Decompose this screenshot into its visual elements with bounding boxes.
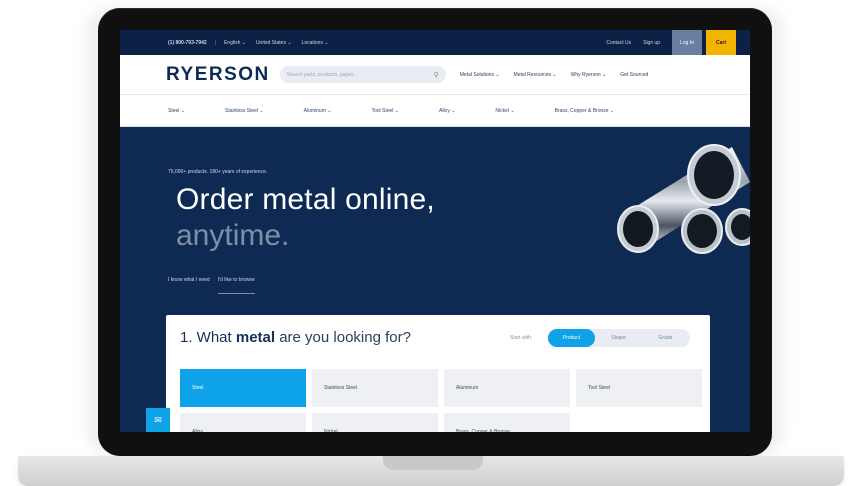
category-steel[interactable]: Steel ⌄ [168, 108, 185, 114]
search-icon[interactable]: ⚲ [434, 71, 439, 79]
category-nav: Steel ⌄ Stainless Steel ⌄ Aluminum ⌄ Too… [120, 95, 750, 127]
chat-icon[interactable]: ✉ [146, 408, 170, 432]
nav-get-sourced[interactable]: Get Sourced [620, 72, 648, 78]
utility-bar: (1) 800-793-7942 | English ⌄ United Stat… [120, 30, 750, 55]
header-nav: Metal Solutions ⌄ Metal Resources ⌄ Why … [460, 72, 663, 78]
laptop-screen: (1) 800-793-7942 | English ⌄ United Stat… [120, 30, 750, 432]
separator: | [214, 39, 216, 46]
search-input[interactable]: Search parts, products, pages… ⚲ [279, 66, 446, 83]
metal-selector-card: 1. What metal are you looking for? Start… [166, 315, 710, 432]
nav-metal-resources[interactable]: Metal Resources ⌄ [514, 72, 557, 78]
site-header: RYERSON Search parts, products, pages… ⚲… [120, 55, 750, 95]
language-dropdown[interactable]: English ⌄ [224, 40, 246, 46]
hero-eyebrow: 75,000+ products. 180+ years of experien… [168, 169, 268, 175]
tab-browse[interactable]: I'd like to browse [217, 277, 255, 294]
segment-shape[interactable]: Shape [595, 329, 642, 347]
pipe-group [617, 144, 750, 254]
cart-button[interactable]: Cart [705, 30, 736, 55]
question-number: 1. What [180, 329, 236, 346]
laptop-notch [383, 456, 483, 470]
question-rest: are you looking for? [275, 329, 411, 346]
segment-grade[interactable]: Grade [642, 329, 689, 347]
question-bold: metal [235, 329, 276, 346]
metal-pipes-image [617, 144, 750, 254]
segment-product[interactable]: Product [548, 329, 595, 347]
metal-tiles-grid: Steel Stainless Steel Aluminum Tool Stee… [180, 369, 702, 432]
category-nickel[interactable]: Nickel ⌄ [495, 108, 514, 114]
locations-dropdown[interactable]: Locations ⌄ [302, 40, 329, 46]
contact-link[interactable]: Contact Us [606, 40, 631, 46]
pipe-opening-2 [694, 151, 734, 199]
login-button[interactable]: Log In [672, 30, 702, 55]
category-alloy[interactable]: Alloy ⌄ [439, 108, 455, 114]
tile-alloy[interactable]: Alloy [180, 413, 306, 432]
hero-headline: Order metal online, [176, 183, 435, 216]
tile-brass[interactable]: Brass, Copper & Bronze [444, 413, 570, 432]
hero-section: 75,000+ products. 180+ years of experien… [120, 127, 750, 432]
country-dropdown[interactable]: United States ⌄ [256, 40, 292, 46]
search-placeholder: Search parts, products, pages… [286, 71, 359, 78]
selector-question: 1. What metal are you looking for? [180, 329, 411, 346]
nav-metal-solutions[interactable]: Metal Solutions ⌄ [460, 72, 500, 78]
category-stainless[interactable]: Stainless Steel ⌄ [225, 108, 264, 114]
tile-nickel[interactable]: Nickel [312, 413, 438, 432]
category-tool-steel[interactable]: Tool Steel ⌄ [371, 108, 399, 114]
tile-steel[interactable]: Steel [180, 369, 306, 407]
nav-why-ryerson[interactable]: Why Ryerson ⌄ [571, 72, 607, 78]
hero-tabs: I know what I need I'd like to browse [168, 277, 255, 294]
tile-aluminum[interactable]: Aluminum [444, 369, 570, 407]
signup-link[interactable]: Sign up [643, 40, 660, 46]
phone-number[interactable]: (1) 800-793-7942 [168, 40, 207, 46]
hero-headline-accent: anytime. [176, 219, 290, 252]
tile-stainless-steel[interactable]: Stainless Steel [312, 369, 438, 407]
category-aluminum[interactable]: Aluminum ⌄ [304, 108, 332, 114]
start-with-label: Start with: [510, 335, 533, 341]
pipe-opening-3 [687, 214, 717, 248]
pipe-opening [623, 211, 653, 247]
tile-tool-steel[interactable]: Tool Steel [576, 369, 702, 407]
logo[interactable]: RYERSON [166, 64, 270, 86]
start-with-segmented-control: Product Shape Grade [548, 329, 690, 347]
tab-know-what-i-need[interactable]: I know what I need [168, 277, 210, 294]
category-brass[interactable]: Brass, Copper & Bronze ⌄ [555, 108, 615, 114]
laptop-mockup: (1) 800-793-7942 | English ⌄ United Stat… [0, 0, 866, 486]
